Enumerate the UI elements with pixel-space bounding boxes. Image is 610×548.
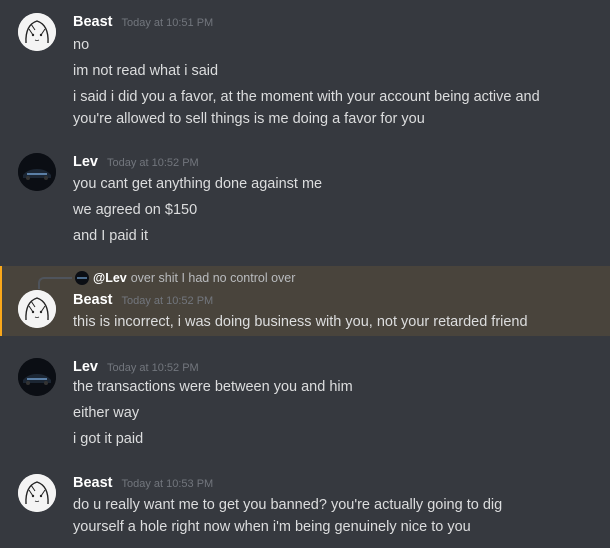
beast-avatar-icon[interactable] (18, 290, 56, 328)
message-line: either way (73, 405, 140, 421)
beast-avatar-icon[interactable] (18, 474, 56, 512)
message-line: yourself a hole right now when i'm being… (73, 519, 471, 535)
message-header: Beast Today at 10:53 PM (73, 475, 213, 491)
message-line: you cant get anything done against me (73, 176, 323, 192)
reply-spine (38, 277, 72, 289)
message-header: Beast Today at 10:51 PM (73, 14, 213, 30)
message-group-beast-1: Beast Today at 10:51 PM no im not read w… (0, 0, 610, 140)
timestamp: Today at 10:52 PM (107, 362, 199, 374)
message-group-beast-2: Beast Today at 10:53 PM do u really want… (0, 461, 610, 548)
message-line: im not read what i said (73, 63, 219, 79)
timestamp: Today at 10:52 PM (107, 157, 199, 169)
lev-avatar-icon[interactable] (18, 358, 56, 396)
reply-reference[interactable]: @Lev over shit I had no control over (75, 266, 295, 290)
beast-avatar-icon[interactable] (18, 13, 56, 51)
timestamp: Today at 10:51 PM (121, 17, 214, 29)
message-line: you're allowed to sell things is me doin… (73, 111, 425, 127)
message-line: do u really want me to get you banned? y… (73, 497, 503, 513)
message-line: this is incorrect, i was doing business … (73, 314, 528, 330)
message-line: we agreed on $150 (73, 202, 198, 218)
message-line: i said i did you a favor, at the moment … (73, 89, 540, 105)
lev-mini-avatar-icon (75, 271, 89, 285)
message-header: Lev Today at 10:52 PM (73, 359, 199, 375)
message-group-lev-1: Lev Today at 10:52 PM you cant get anyth… (0, 140, 610, 260)
timestamp: Today at 10:53 PM (121, 478, 214, 490)
message-line: i got it paid (73, 431, 144, 447)
message-header: Beast Today at 10:52 PM (73, 292, 213, 308)
lev-avatar-icon[interactable] (18, 153, 56, 191)
timestamp: Today at 10:52 PM (121, 295, 214, 307)
author-name[interactable]: Beast (73, 292, 113, 308)
message-line: no (73, 37, 90, 53)
message-line: and I paid it (73, 228, 148, 244)
message-group-lev-2: Lev Today at 10:52 PM the transactions w… (0, 345, 610, 460)
author-name[interactable]: Beast (73, 14, 113, 30)
message-list: Beast Today at 10:51 PM no im not read w… (0, 0, 610, 548)
author-name[interactable]: Lev (73, 359, 98, 375)
reply-author[interactable]: @Lev (93, 271, 127, 285)
message-group-beast-reply: @Lev over shit I had no control over Bea… (0, 266, 610, 336)
message-header: Lev Today at 10:52 PM (73, 154, 199, 170)
reply-text[interactable]: over shit I had no control over (131, 271, 296, 285)
author-name[interactable]: Lev (73, 154, 98, 170)
message-line: the transactions were between you and hi… (73, 379, 353, 395)
author-name[interactable]: Beast (73, 475, 113, 491)
